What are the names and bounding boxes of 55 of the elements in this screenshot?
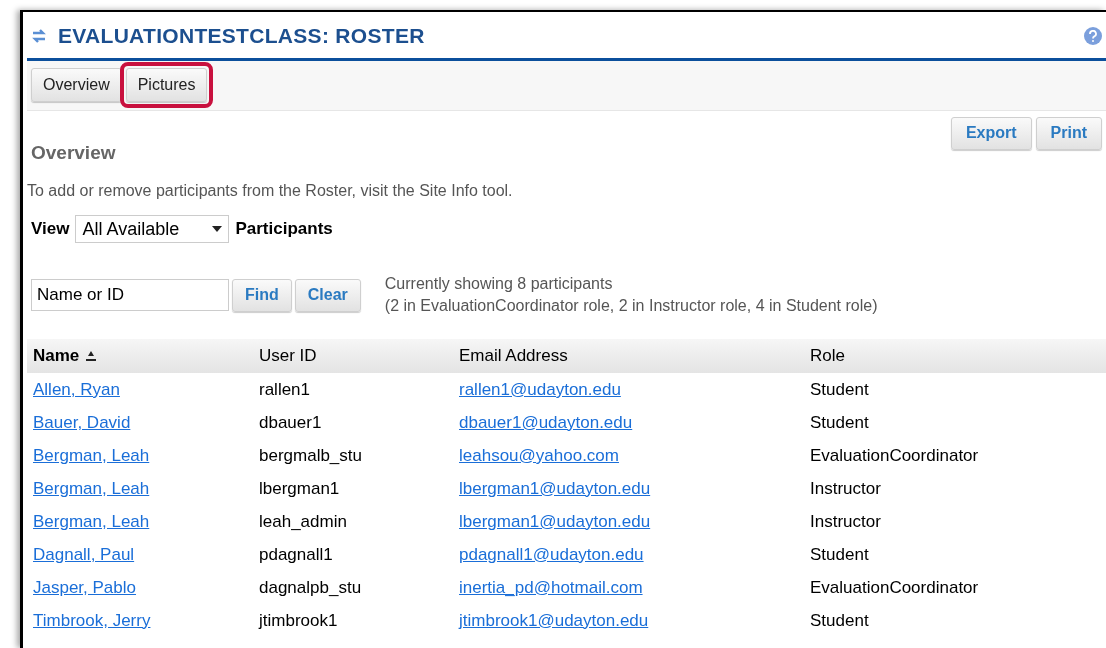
name-link[interactable]: Bergman, Leah — [33, 511, 150, 531]
summary-text: Currently showing 8 participants — [384, 274, 614, 294]
column-header[interactable]: Role — [810, 343, 845, 369]
user-id-text: rallen1 — [259, 379, 311, 399]
section-title: Overview — [31, 140, 116, 165]
email-link[interactable]: leahsou@yahoo.com — [459, 445, 619, 465]
role-text: Student — [810, 379, 869, 399]
user-id-text: dbauer1 — [259, 412, 322, 432]
sort-icon[interactable] — [85, 351, 98, 361]
column-header[interactable]: Name — [33, 343, 80, 369]
tab[interactable]: Overview — [31, 68, 122, 102]
user-id-text: dagnalpb_stu — [259, 577, 362, 597]
email-link[interactable]: inertia_pd@hotmail.com — [459, 577, 643, 597]
view-dropdown[interactable]: All Available — [75, 215, 230, 243]
email-link[interactable]: jtimbrook1@udayton.edu — [459, 610, 649, 630]
export-button[interactable]: Export — [950, 116, 1032, 150]
name-link[interactable]: Jasper, Pablo — [33, 577, 136, 597]
user-id-text: leah_admin — [259, 511, 347, 531]
name-link[interactable]: Bauer, David — [33, 412, 131, 432]
email-link[interactable]: pdagnall1@udayton.edu — [459, 544, 644, 564]
window-title: EVALUATIONTESTCLASS: ROSTER — [58, 23, 425, 49]
role-text: Instructor — [810, 478, 881, 498]
role-text: EvaluationCoordinator — [810, 577, 979, 597]
email-link[interactable]: lbergman1@udayton.edu — [459, 478, 651, 498]
tab[interactable]: Pictures — [125, 68, 208, 102]
user-id-text: jtimbrook1 — [259, 610, 338, 630]
role-text: Instructor — [810, 511, 881, 531]
email-link[interactable]: lbergman1@udayton.edu — [459, 511, 651, 531]
summary-text: (2 in EvaluationCoordinator role, 2 in Instructor role, 4 in Student role) — [384, 296, 878, 316]
role-text: Student — [810, 610, 869, 630]
swap-arrows-icon — [32, 27, 46, 44]
participants-label: Participants — [235, 218, 333, 241]
name-link[interactable]: Bergman, Leah — [33, 478, 150, 498]
user-id-text: lbergman1 — [259, 478, 340, 498]
user-id-text: bergmalb_stu — [259, 445, 362, 465]
search-field[interactable]: Name or ID — [31, 279, 229, 311]
column-header[interactable]: Email Address — [459, 343, 568, 369]
name-link[interactable]: Timbrook, Jerry — [33, 610, 151, 630]
name-link[interactable]: Allen, Ryan — [33, 379, 120, 399]
find-button[interactable]: Find — [232, 278, 292, 312]
user-id-text: pdagnall1 — [259, 544, 333, 564]
email-link[interactable]: rallen1@udayton.edu — [459, 379, 621, 399]
name-link[interactable]: Dagnall, Paul — [33, 544, 135, 564]
caret-icon — [212, 226, 223, 232]
role-text: Student — [810, 544, 869, 564]
clear-button[interactable]: Clear — [294, 278, 361, 312]
print-button[interactable]: Print — [1035, 116, 1102, 150]
name-link[interactable]: Bergman, Leah — [33, 445, 150, 465]
column-header[interactable]: User ID — [259, 343, 317, 369]
description-text: To add or remove participants from the Roster, visit the Site Info tool. — [27, 181, 514, 201]
role-text: Student — [810, 412, 869, 432]
role-text: EvaluationCoordinator — [810, 445, 979, 465]
help-icon[interactable] — [1084, 26, 1102, 45]
email-link[interactable]: dbauer1@udayton.edu — [459, 412, 633, 432]
view-label: View — [31, 218, 70, 241]
